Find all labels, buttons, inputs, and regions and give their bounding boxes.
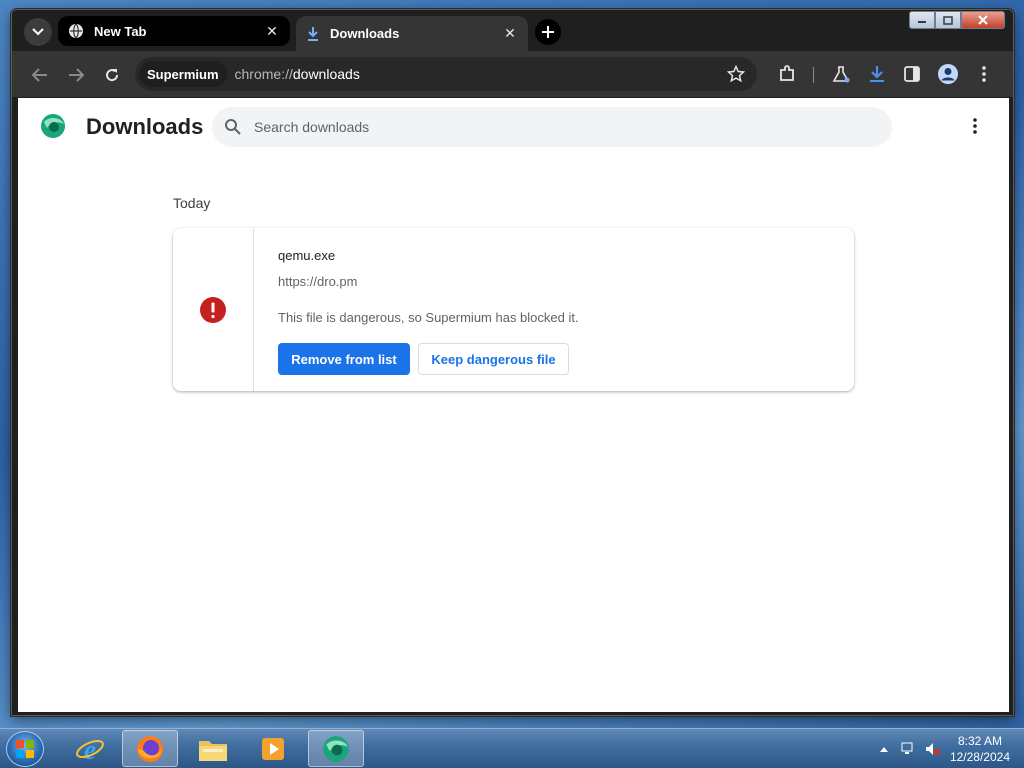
system-tray: 8:32 AM 12/28/2024: [868, 729, 1024, 768]
url-text[interactable]: chrome://downloads: [235, 66, 360, 82]
arrow-right-icon: [69, 68, 84, 82]
download-icon: [308, 26, 318, 41]
search-icon: [224, 118, 242, 136]
download-item-card: qemu.exe https://dro.pm This file is dan…: [173, 228, 854, 391]
file-source-url[interactable]: https://dro.pm: [278, 274, 357, 289]
chevron-down-icon: [32, 28, 44, 36]
volume-muted-icon[interactable]: [924, 741, 940, 757]
downloads-toolbar-icon[interactable]: [866, 63, 888, 85]
keep-dangerous-file-button[interactable]: Keep dangerous file: [418, 343, 569, 375]
downloads-header: Downloads: [18, 98, 1009, 154]
download-status-column: [173, 228, 254, 391]
taskbar-media-player[interactable]: [245, 730, 301, 767]
restore-icon: [943, 15, 953, 25]
tab-title: New Tab: [94, 23, 147, 39]
internet-explorer-icon: e: [76, 735, 104, 764]
media-player-icon: [262, 737, 284, 760]
taskbar-file-explorer[interactable]: [185, 730, 241, 767]
forward-button[interactable]: [65, 64, 87, 86]
bookmark-star-icon[interactable]: [726, 64, 746, 88]
extensions-icon[interactable]: [776, 63, 798, 85]
close-icon: [978, 15, 988, 25]
site-chip[interactable]: Supermium: [139, 61, 227, 87]
clock[interactable]: 8:32 AM 12/28/2024: [950, 733, 1010, 765]
taskbar-firefox[interactable]: [122, 730, 178, 767]
svg-text:e: e: [84, 735, 96, 764]
labs-flask-icon[interactable]: [830, 63, 852, 85]
arrow-left-icon: [32, 68, 47, 82]
minimize-button[interactable]: [909, 11, 935, 29]
profile-avatar-icon[interactable]: [937, 63, 959, 85]
close-icon[interactable]: ✕: [264, 23, 280, 39]
search-box[interactable]: [212, 107, 892, 147]
search-input[interactable]: [254, 119, 854, 135]
plus-icon: [542, 26, 554, 38]
clock-time: 8:32 AM: [957, 734, 1002, 748]
tab-strip: New Tab ✕ Downloads ✕: [12, 10, 1013, 51]
danger-description: This file is dangerous, so Supermium has…: [278, 310, 579, 325]
globe-icon: [69, 23, 83, 39]
tab-new-tab[interactable]: New Tab ✕: [58, 16, 290, 46]
clock-date: 12/28/2024: [949, 750, 1010, 764]
more-actions-icon[interactable]: [963, 114, 987, 138]
browser-toolbar: Supermium chrome://downloads: [12, 51, 1013, 97]
tab-title: Downloads: [330, 26, 400, 41]
downloads-page: Downloads Today qemu.exe https://dro.pm …: [18, 98, 1009, 712]
error-icon: [200, 296, 226, 323]
reload-button[interactable]: [101, 64, 123, 86]
taskbar-supermium[interactable]: [308, 730, 364, 767]
remove-from-list-button[interactable]: Remove from list: [278, 343, 410, 375]
reload-icon: [106, 69, 119, 82]
taskbar: e 8:32 AM 12/28/2024: [0, 728, 1024, 768]
close-icon[interactable]: ✕: [502, 25, 518, 42]
tab-downloads[interactable]: Downloads ✕: [296, 16, 528, 51]
maximize-button[interactable]: [935, 11, 961, 29]
tab-search-button[interactable]: [24, 18, 52, 46]
url-host: downloads: [292, 66, 360, 82]
side-panel-icon[interactable]: [901, 63, 923, 85]
close-window-button[interactable]: [961, 11, 1005, 29]
date-heading: Today: [173, 195, 211, 211]
browser-menu-icon[interactable]: [973, 63, 995, 85]
new-tab-button[interactable]: [535, 19, 561, 45]
folder-icon: [199, 740, 227, 761]
minimize-icon: [918, 21, 926, 23]
supermium-icon: [323, 735, 349, 762]
firefox-icon: [137, 735, 163, 762]
start-button[interactable]: [6, 731, 44, 767]
browser-window: New Tab ✕ Downloads ✕ Supermium chrome:/…: [11, 9, 1014, 716]
network-icon[interactable]: [900, 741, 916, 757]
back-button[interactable]: [29, 64, 51, 86]
taskbar-internet-explorer[interactable]: e: [62, 730, 118, 767]
show-hidden-icons-icon[interactable]: [876, 741, 892, 757]
toolbar-separator: [813, 67, 814, 83]
windows-logo-icon: [16, 740, 34, 758]
supermium-logo-icon: [39, 112, 67, 145]
file-name[interactable]: qemu.exe: [278, 248, 335, 263]
address-bar[interactable]: Supermium chrome://downloads: [135, 57, 757, 91]
page-title: Downloads: [86, 114, 204, 139]
window-controls: [909, 11, 1005, 29]
url-scheme: chrome://: [234, 66, 293, 82]
